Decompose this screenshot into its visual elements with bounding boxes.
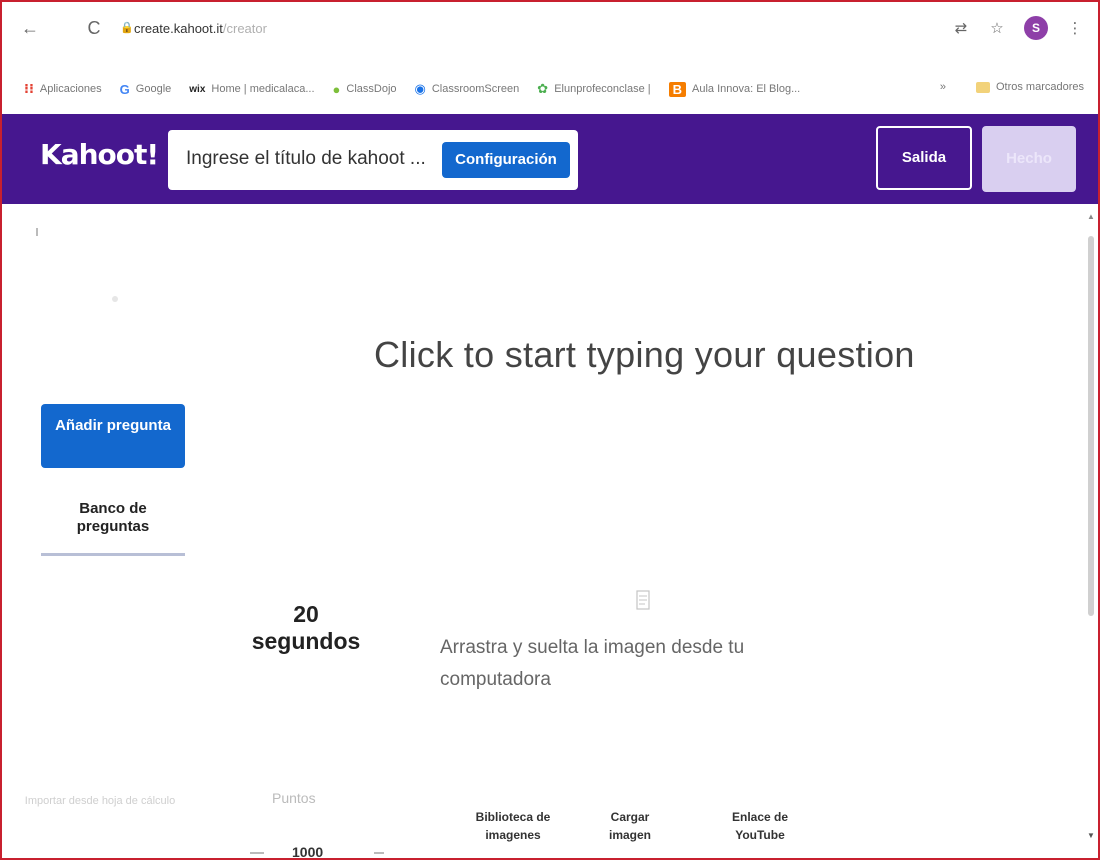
leaf-icon: ✿ [537, 81, 549, 96]
exit-button[interactable]: Salida [876, 126, 972, 190]
points-increase-icon[interactable] [374, 852, 384, 854]
apps-grid-icon: ⁝⁝ [24, 81, 34, 96]
question-input[interactable]: Click to start typing your question [374, 334, 915, 376]
slide-thumbnail-dot [112, 296, 118, 302]
bookmark-apps[interactable]: ⁝⁝ Aplicaciones [24, 81, 102, 97]
folder-icon [975, 81, 990, 93]
profile-avatar[interactable]: S [1024, 16, 1048, 40]
bookmark-label: Aula Innova: El Blog... [692, 83, 801, 95]
done-button[interactable]: Hecho [982, 126, 1076, 192]
reload-icon[interactable]: C [82, 16, 106, 40]
import-spreadsheet-link[interactable]: Importar desde hoja de cálculo [20, 792, 180, 810]
title-box: Configuración [168, 130, 578, 190]
bookmark-google[interactable]: G Google [120, 82, 172, 97]
scroll-down-icon[interactable]: ▼ [1087, 831, 1095, 840]
back-arrow-icon[interactable]: ← [18, 16, 42, 40]
url-path: /creator [222, 21, 267, 36]
kahoot-header: Kahoot! Configuración Salida Hecho [2, 114, 1098, 204]
kahoot-title-input[interactable] [186, 148, 438, 170]
lock-icon: 🔒 [120, 22, 134, 34]
youtube-link-button[interactable]: Enlace de YouTube [720, 808, 800, 844]
classdojo-icon: ● [332, 81, 341, 97]
google-icon: G [119, 81, 130, 97]
bookmark-classdojo[interactable]: ● ClassDojo [333, 82, 397, 97]
question-bank-label: Banco de preguntas [76, 500, 150, 535]
creator-content: Añadir pregunta Banco de preguntas Impor… [2, 204, 1098, 860]
scroll-up-icon[interactable]: ▲ [1087, 212, 1095, 221]
browser-address-bar: ← C 🔒 create.kahoot.it/creator ⇄ ☆ S ⋮ [2, 2, 1098, 64]
scrollbar[interactable]: ▲ ▼ [1086, 212, 1096, 840]
bookmark-elunprofe[interactable]: ✿ Elunprofeconclase | [537, 81, 650, 97]
time-limit-unit: segundos [251, 628, 361, 654]
url-domain: create.kahoot.it [134, 21, 223, 36]
upload-image-button[interactable]: Cargar imagen [602, 808, 658, 844]
bookmarks-bar: ⁝⁝ Aplicaciones G Google wix Home | medi… [2, 64, 1098, 114]
bookmark-classroomscreen[interactable]: ◉ ClassroomScreen [415, 81, 520, 97]
bookmarks-more[interactable]: » [940, 81, 946, 93]
blogger-icon: B [668, 81, 686, 97]
image-drop-zone[interactable]: Arrastra y suelta la imagen desde tu com… [440, 632, 770, 696]
bookmark-label: Google [135, 83, 172, 95]
settings-button[interactable]: Configuración [442, 142, 570, 178]
time-limit-selector[interactable]: 20 segundos [246, 600, 366, 654]
bookmark-label: ClassroomScreen [431, 83, 520, 95]
sidebar-marker [36, 228, 38, 236]
bookmark-wix[interactable]: wix Home | medicalaca... [189, 83, 314, 95]
bookmark-label: Elunprofeconclase | [554, 83, 651, 95]
points-decrease-icon[interactable] [250, 852, 264, 854]
bookmark-aulainnova[interactable]: B Aula Innova: El Blog... [668, 81, 801, 97]
points-value[interactable]: 1000 [292, 844, 323, 860]
translate-icon[interactable]: ⇄ [952, 19, 970, 37]
time-limit-value: 20 [293, 601, 319, 627]
add-question-button[interactable]: Añadir pregunta [41, 404, 185, 468]
scroll-thumb[interactable] [1088, 236, 1094, 616]
other-bookmarks[interactable]: Otros marcadores [996, 81, 1084, 93]
kahoot-logo[interactable]: Kahoot! [40, 138, 159, 171]
bookmark-label: Aplicaciones [39, 83, 102, 95]
wix-icon: wix [189, 83, 206, 95]
browser-right-icons: ⇄ ☆ S ⋮ [952, 16, 1084, 40]
bookmark-label: ClassDojo [346, 83, 397, 95]
points-label: Puntos [272, 790, 316, 806]
bookmarks-right: » Otros marcadores [940, 81, 1084, 93]
bookmark-label: Home | medicalaca... [211, 83, 315, 95]
question-bank-button[interactable]: Banco de preguntas [41, 500, 185, 556]
kebab-menu-icon[interactable]: ⋮ [1066, 19, 1084, 37]
image-library-button[interactable]: Biblioteca de imagenes [468, 808, 558, 844]
classroomscreen-icon: ◉ [414, 81, 426, 96]
star-icon[interactable]: ☆ [988, 19, 1006, 37]
image-upload-icon [636, 590, 650, 610]
url-field[interactable]: create.kahoot.it/creator [134, 21, 267, 36]
